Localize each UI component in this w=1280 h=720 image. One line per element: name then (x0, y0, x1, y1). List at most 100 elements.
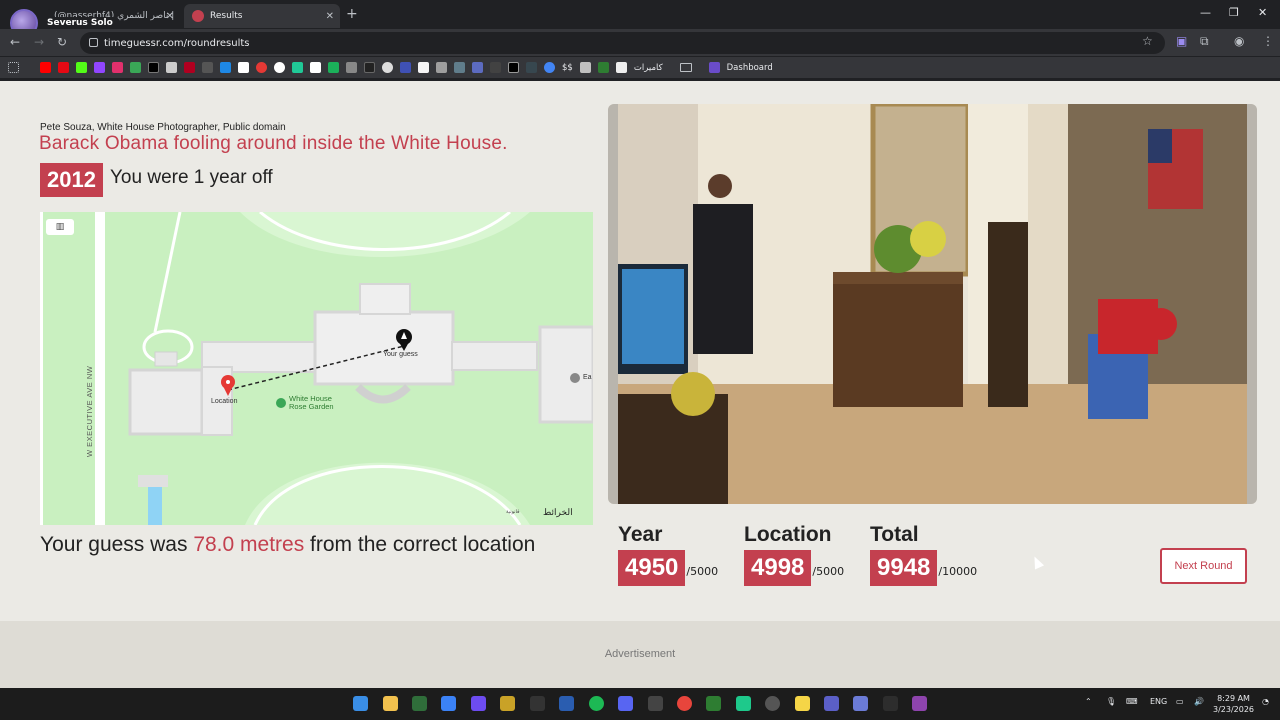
youtube-icon[interactable] (40, 62, 51, 73)
app-icon[interactable] (530, 696, 545, 711)
apps-icon[interactable] (8, 62, 19, 73)
bookmark-icon[interactable] (238, 62, 249, 73)
forward-icon[interactable]: → (34, 35, 44, 49)
discord-icon[interactable] (618, 696, 633, 711)
taskbar-clock[interactable]: 8:29 AM 3/23/2026 (1213, 693, 1254, 715)
result-map[interactable]: ▥ Location Your guess White House Rose G… (40, 212, 593, 525)
extensions-puzzle-icon[interactable]: ⧉ (1200, 34, 1209, 49)
profile-icon[interactable]: ◉ (1234, 34, 1244, 48)
chevron-up-icon[interactable]: ⌃ (1085, 697, 1092, 706)
photo-title: Barack Obama fooling around inside the W… (39, 133, 508, 154)
app-icon[interactable] (736, 696, 751, 711)
bookmark-icon[interactable] (346, 62, 357, 73)
app-icon[interactable] (883, 696, 898, 711)
app-icon[interactable] (441, 696, 456, 711)
app-icon[interactable] (706, 696, 721, 711)
netflix-icon[interactable] (58, 62, 69, 73)
app-icon[interactable] (765, 696, 780, 711)
excel-icon[interactable] (597, 62, 609, 73)
app-icon[interactable] (559, 696, 574, 711)
bookmark-icon[interactable] (256, 62, 267, 73)
bookmark-icon[interactable] (310, 62, 321, 73)
location-marker-label: Location (211, 398, 238, 405)
extension-icon[interactable]: ▣ (1176, 34, 1187, 48)
bookmark-icon[interactable] (274, 62, 285, 73)
mouse-cursor-icon (1029, 554, 1045, 570)
bookmark-icon[interactable] (472, 62, 483, 73)
bookmark-icon[interactable] (436, 62, 447, 73)
bookmark-icon[interactable] (508, 62, 519, 73)
app-icon[interactable] (412, 696, 427, 711)
sticky-notes-icon[interactable] (795, 696, 810, 711)
bookmark-icon[interactable] (202, 62, 213, 73)
legal-link[interactable]: قانونية (506, 509, 519, 515)
network-icon[interactable]: ▭ (1176, 697, 1184, 706)
bookmark-label[interactable]: Dashboard (727, 63, 773, 73)
tab-label: Results (210, 11, 243, 21)
bookmark-star-icon[interactable]: ☆ (1142, 34, 1153, 48)
street-label: W EXECUTIVE AVE NW (85, 365, 94, 457)
teams-icon[interactable] (824, 696, 839, 711)
bookmark-icon[interactable] (184, 62, 195, 73)
bookmark-icon[interactable] (130, 62, 141, 73)
app-icon[interactable] (500, 696, 515, 711)
language-indicator[interactable]: ENG (1150, 697, 1167, 706)
bookmark-icon[interactable] (382, 62, 393, 73)
app-icon[interactable] (648, 696, 663, 711)
bookmark-icon[interactable] (615, 62, 627, 73)
restore-icon[interactable]: ❐ (1229, 6, 1239, 19)
year-score-value: 4950 (618, 550, 686, 586)
keyboard-icon[interactable]: ⌨ (1126, 697, 1138, 706)
bookmark-icon[interactable] (418, 62, 429, 73)
close-icon[interactable]: ✕ (166, 11, 174, 22)
folder-icon[interactable] (679, 63, 692, 72)
bookmark-icon[interactable] (526, 62, 537, 73)
file-explorer-icon[interactable] (383, 696, 398, 711)
next-round-button[interactable]: Next Round (1160, 548, 1247, 584)
distance-suffix: from the correct location (304, 533, 536, 556)
instagram-icon[interactable] (112, 62, 123, 73)
app-icon[interactable] (853, 696, 868, 711)
close-icon[interactable]: ✕ (326, 11, 334, 22)
x-icon[interactable] (148, 62, 159, 73)
google-icon[interactable] (544, 62, 555, 73)
bookmarks-bar: $$ كاميرات Dashboard (0, 57, 1280, 79)
start-icon[interactable] (353, 696, 368, 711)
kick-icon[interactable] (76, 62, 87, 73)
twitch-icon[interactable] (94, 62, 105, 73)
tab-results[interactable]: Results ✕ (184, 4, 340, 28)
bookmark-icon[interactable] (490, 62, 501, 73)
bookmark-icon[interactable] (364, 62, 375, 73)
bookmark-icon[interactable] (454, 62, 465, 73)
bookmark-icon[interactable] (579, 62, 591, 73)
distance-value: 78.0 metres (193, 533, 305, 556)
bookmark-icon[interactable] (220, 62, 231, 73)
bookmark-icon[interactable] (166, 62, 177, 73)
map-type-button[interactable]: ▥ (46, 219, 74, 235)
menu-icon[interactable]: ⋮ (1262, 34, 1274, 48)
back-icon[interactable]: ← (10, 35, 20, 49)
chrome-icon[interactable] (677, 696, 692, 711)
address-bar[interactable]: timeguessr.com/roundresults (80, 32, 1165, 54)
mic-icon[interactable]: 🎙 (1106, 697, 1116, 706)
site-info-icon[interactable] (89, 38, 98, 47)
guess-marker-label: Your guess (383, 351, 418, 358)
notification-icon[interactable]: ◔ (1262, 697, 1269, 706)
bookmark-icon[interactable] (292, 62, 303, 73)
bookmark-label[interactable]: $$ (562, 63, 573, 73)
bookmark-icon[interactable] (328, 62, 339, 73)
window-close-icon[interactable]: ✕ (1258, 6, 1267, 19)
reload-icon[interactable]: ↻ (57, 35, 67, 49)
spotify-icon[interactable] (589, 696, 604, 711)
bookmark-label[interactable]: كاميرات (634, 63, 663, 73)
location-score-label: Location (744, 523, 832, 546)
bookmark-icon[interactable] (400, 62, 411, 73)
dashboard-icon[interactable] (708, 62, 720, 73)
year-score: Year 4950/5000 (618, 523, 718, 586)
app-icon[interactable] (912, 696, 927, 711)
app-icon[interactable] (471, 696, 486, 711)
volume-icon[interactable]: 🔊 (1194, 697, 1204, 706)
correct-year-badge: 2012 (40, 163, 103, 197)
minimize-icon[interactable]: — (1200, 6, 1211, 19)
new-tab-icon[interactable]: + (346, 6, 358, 22)
